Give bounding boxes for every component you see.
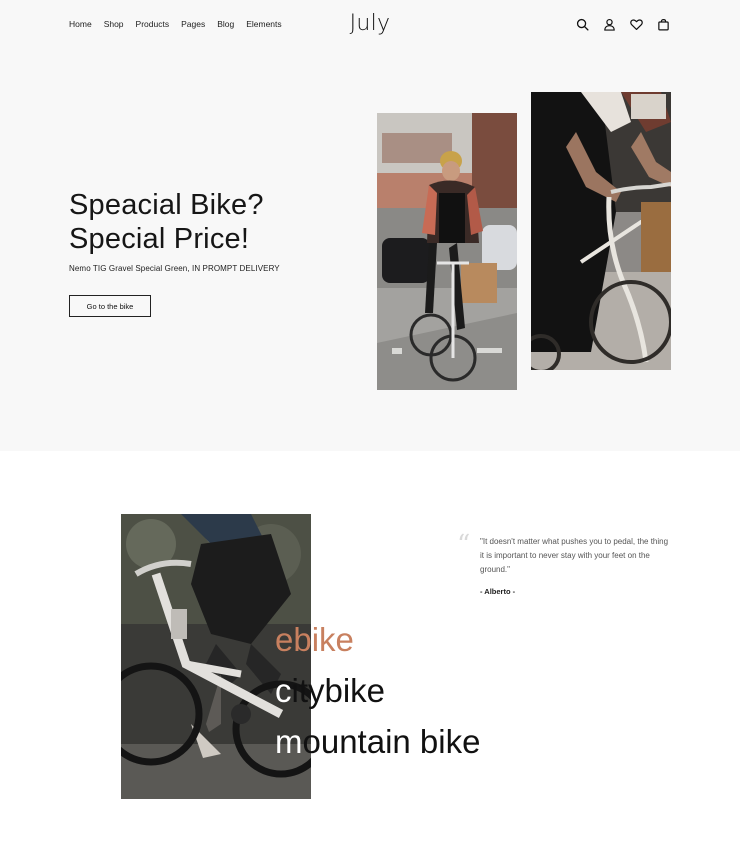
search-icon[interactable] xyxy=(576,18,589,31)
quote-mark-icon: “ xyxy=(457,530,471,560)
hero-title: Speacial Bike? Special Price! xyxy=(69,188,264,256)
category-mountain-bike[interactable]: mountain bike xyxy=(275,716,480,767)
hero-title-line2: Special Price! xyxy=(69,223,250,255)
bike-category-list: ebike citybike mountain bike xyxy=(275,614,480,767)
testimonial-author: - Alberto - xyxy=(480,587,516,596)
hero-title-line1: Speacial Bike? xyxy=(69,189,264,221)
cyclist-street-photo xyxy=(377,113,517,390)
category-citybike-rest: itybike xyxy=(291,672,386,709)
testimonial-quote: "It doesn't matter what pushes you to pe… xyxy=(480,537,669,574)
hero-section: Home Shop Products Pages Blog Elements J… xyxy=(0,0,740,451)
bag-icon[interactable] xyxy=(657,18,670,31)
category-ebike[interactable]: ebike xyxy=(275,614,480,665)
category-citybike-overlap: c xyxy=(275,672,292,709)
category-mountain-overlap: m xyxy=(275,723,303,760)
hero-subtitle: Nemo TIG Gravel Special Green, IN PROMPT… xyxy=(69,264,280,273)
hero-photo-handlebars xyxy=(531,92,671,370)
header-actions xyxy=(576,18,670,31)
go-to-bike-button[interactable]: Go to the bike xyxy=(69,295,151,317)
category-citybike[interactable]: citybike xyxy=(275,665,480,716)
hero-photo-cyclist xyxy=(377,113,517,390)
category-mountain-rest: ountain bike xyxy=(302,723,481,760)
user-icon[interactable] xyxy=(603,18,616,31)
heart-icon[interactable] xyxy=(630,18,643,31)
handlebars-photo xyxy=(531,92,671,370)
